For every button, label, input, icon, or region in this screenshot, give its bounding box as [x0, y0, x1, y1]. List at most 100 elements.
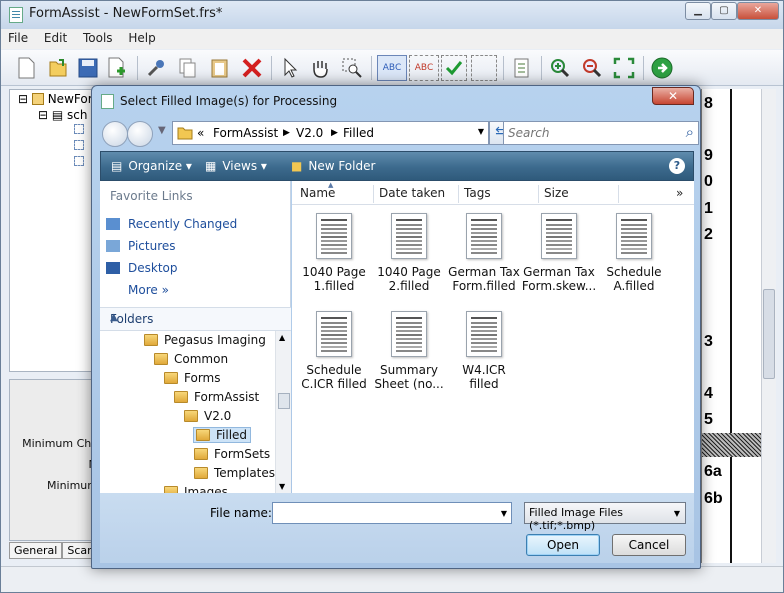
delete-icon[interactable]	[239, 55, 265, 81]
form-image-view[interactable]: 8 9 0 1 2 3 4 5 6a 6b	[701, 89, 762, 563]
address-dropdown-icon[interactable]: ▼	[478, 127, 484, 136]
file-item[interactable]: Schedule A.filled	[596, 213, 672, 293]
properties-icon[interactable]	[509, 55, 535, 81]
new-folder-button[interactable]: ■ New Folder	[291, 159, 375, 173]
file-item[interactable]: 1040 Page 1.filled	[296, 213, 372, 293]
field-node-icon[interactable]	[74, 156, 84, 166]
tree-root[interactable]: ⊟ NewFor	[18, 92, 93, 106]
file-name-combobox[interactable]: ▼	[272, 502, 512, 524]
breadcrumb-filled[interactable]: Filled	[343, 126, 374, 140]
shaded-region	[702, 433, 762, 457]
maximize-button[interactable]: ▢	[711, 2, 737, 20]
ocr-field-icon[interactable]: ABC	[377, 55, 407, 81]
file-item[interactable]: 1040 Page 2.filled	[371, 213, 447, 293]
file-item[interactable]: Schedule C.ICR filled	[296, 311, 372, 391]
tree-folder[interactable]: V2.0	[184, 409, 231, 423]
tree-folder[interactable]: FormSets	[194, 447, 270, 461]
process-go-icon[interactable]	[649, 55, 675, 81]
history-dropdown-icon[interactable]: ▼	[158, 125, 166, 136]
file-type-dropdown-icon[interactable]: ▼	[674, 509, 680, 518]
menu-tools[interactable]: Tools	[77, 29, 119, 45]
breadcrumb-formassist[interactable]: FormAssist	[213, 126, 278, 140]
scroll-up-icon[interactable]: ▲	[279, 333, 285, 342]
file-type-select[interactable]: Filled Image Files (*.tif;*.bmp) ▼	[524, 502, 686, 532]
navigation-row: ▼ « FormAssist ▶ V2.0 ▶ Filled ▼ ⇆ ⌕	[100, 119, 699, 149]
column-tags[interactable]: Tags	[464, 186, 491, 200]
open-button[interactable]: Open	[526, 534, 600, 556]
search-icon[interactable]: ⌕	[686, 123, 694, 141]
more-link[interactable]: More »	[128, 283, 169, 297]
zoom-out-icon[interactable]	[579, 55, 605, 81]
tree-folder[interactable]: Templates	[194, 466, 275, 480]
icr-field-icon[interactable]: ABC	[409, 55, 439, 81]
menu-edit[interactable]: Edit	[38, 29, 73, 45]
cancel-button[interactable]: Cancel	[612, 534, 686, 556]
folders-header[interactable]: Folders ▲	[100, 307, 291, 331]
favorite-recently-changed[interactable]: Recently Changed	[106, 217, 237, 231]
minimize-button[interactable]: ▁	[685, 2, 711, 20]
file-item[interactable]: Summary Sheet (no...	[371, 311, 447, 391]
scroll-down-icon[interactable]: ▼	[279, 482, 285, 491]
tree-folder[interactable]: Pegasus Imaging	[144, 333, 266, 347]
organize-button[interactable]: ▤ Organize ▾	[111, 159, 192, 173]
field-node-icon[interactable]	[74, 140, 84, 150]
pan-hand-icon[interactable]	[307, 55, 333, 81]
tab-general[interactable]: General	[9, 542, 63, 559]
breadcrumb-separator-icon[interactable]: ▶	[283, 128, 290, 138]
tree-folder[interactable]: Common	[154, 352, 228, 366]
file-name-dropdown-icon[interactable]: ▼	[501, 509, 507, 518]
address-bar[interactable]: « FormAssist ▶ V2.0 ▶ Filled ▼	[172, 121, 489, 145]
more-columns-icon[interactable]: »	[676, 186, 683, 200]
file-item[interactable]: W4.ICR filled	[446, 311, 522, 391]
breadcrumb-separator-icon[interactable]: ▶	[331, 128, 338, 138]
open-folder-icon[interactable]	[45, 55, 71, 81]
back-button[interactable]	[102, 121, 128, 147]
field-node-icon[interactable]	[74, 124, 84, 134]
copy-icon[interactable]	[175, 55, 201, 81]
file-item[interactable]: German Tax Form.filled	[446, 213, 522, 293]
favorite-desktop[interactable]: Desktop	[106, 261, 178, 275]
scroll-thumb[interactable]	[763, 289, 775, 379]
breadcrumb-overflow[interactable]: «	[197, 126, 204, 140]
save-icon[interactable]	[75, 55, 101, 81]
search-input[interactable]	[508, 125, 668, 141]
zoom-in-icon[interactable]	[547, 55, 573, 81]
dialog-close-button[interactable]: ✕	[652, 87, 694, 105]
fit-to-window-icon[interactable]	[611, 55, 637, 81]
favorite-pictures[interactable]: Pictures	[106, 239, 176, 253]
vertical-scrollbar[interactable]	[761, 89, 776, 563]
help-icon[interactable]: ?	[669, 158, 685, 174]
main-title-bar[interactable]: FormAssist - NewFormSet.frs* ▁ ▢ ✕	[1, 1, 783, 29]
document-thumbnail-icon	[316, 311, 352, 357]
breadcrumb-v2[interactable]: V2.0	[296, 126, 323, 140]
tree-folder[interactable]: Images	[164, 485, 228, 493]
tree-folder-selected[interactable]: Filled	[193, 427, 252, 443]
doc-line-number: 2	[704, 226, 713, 243]
file-item[interactable]: German Tax Form.skew...	[521, 213, 597, 293]
close-button[interactable]: ✕	[737, 2, 779, 20]
column-size[interactable]: Size	[544, 186, 569, 200]
file-name-input[interactable]	[275, 505, 485, 521]
document-thumbnail-icon	[316, 213, 352, 259]
checkbox-field-icon[interactable]	[441, 55, 467, 81]
scroll-thumb[interactable]	[278, 393, 290, 409]
menu-file[interactable]: File	[8, 29, 34, 45]
add-page-icon[interactable]	[105, 55, 131, 81]
region-field-icon[interactable]	[471, 55, 497, 81]
tree-child[interactable]: ⊟ ▤ sch	[38, 108, 88, 122]
zoom-select-icon[interactable]	[339, 55, 365, 81]
scan-tool-icon[interactable]	[143, 55, 169, 81]
collapse-chevron-icon[interactable]: ▲	[110, 312, 283, 323]
pointer-icon[interactable]	[277, 55, 303, 81]
search-box[interactable]: ⌕	[503, 121, 699, 145]
tree-folder[interactable]: Forms	[164, 371, 220, 385]
tree-folder[interactable]: FormAssist	[174, 390, 259, 404]
tree-scrollbar[interactable]: ▲ ▼	[275, 331, 291, 493]
paste-icon[interactable]	[207, 55, 233, 81]
formset-tree-panel: ⊟ NewFor ⊟ ▤ sch	[9, 89, 103, 372]
views-button[interactable]: ▦ Views ▾	[205, 159, 267, 173]
column-date-taken[interactable]: Date taken	[379, 186, 445, 200]
menu-help[interactable]: Help	[122, 29, 161, 45]
forward-button[interactable]	[127, 121, 153, 147]
new-file-icon[interactable]	[13, 55, 39, 81]
